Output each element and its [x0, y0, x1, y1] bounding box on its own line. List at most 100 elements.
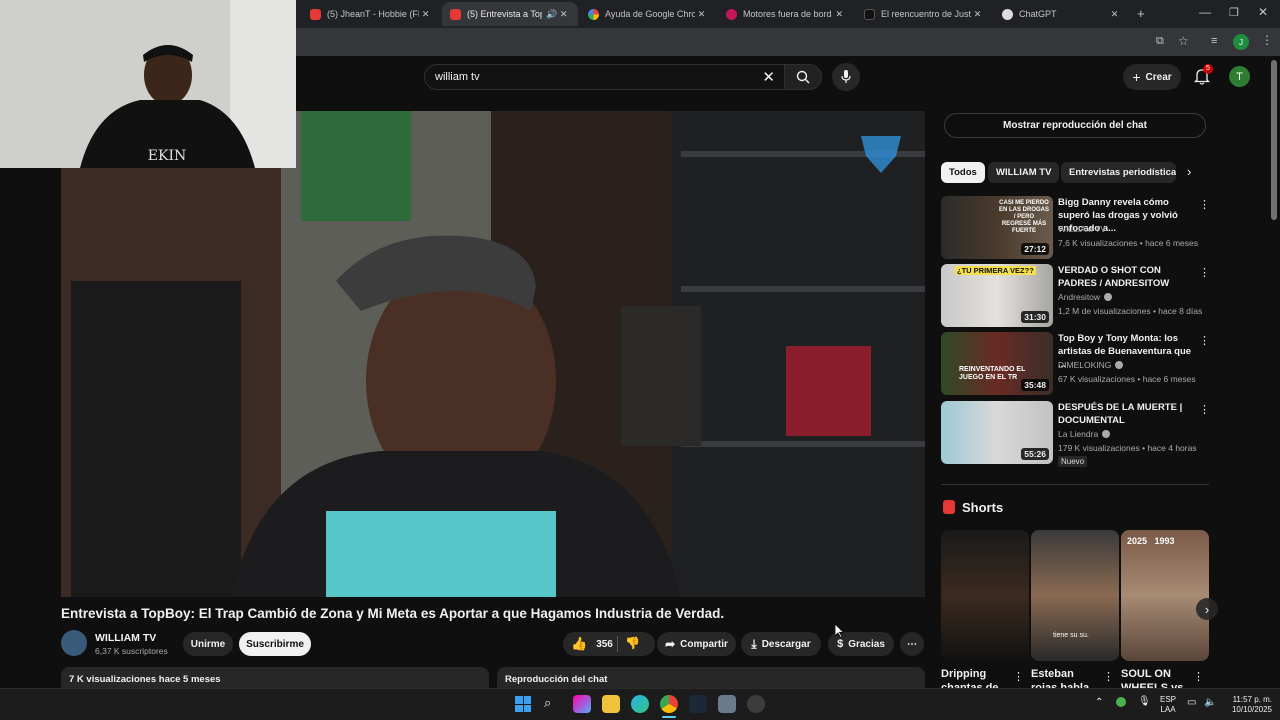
page-scrollbar[interactable] [1271, 60, 1277, 220]
volume-icon[interactable]: 🔈 [1204, 697, 1216, 708]
channel-label[interactable]: La Liendra [1058, 429, 1098, 439]
short-thumbnail[interactable]: 2025 1993 [1121, 530, 1209, 661]
chip-william-tv[interactable]: WILLIAM TV [988, 162, 1060, 183]
tab-chatgpt[interactable]: ChatGPT ✕ [994, 2, 1130, 26]
search-icon[interactable]: ⌕ [544, 695, 551, 711]
download-label: Descargar [761, 638, 811, 650]
channel-label[interactable]: DIMELOKING [1058, 360, 1111, 370]
tab-jheant[interactable]: (5) JheanT - Hobbie (FREE ✕ [302, 2, 440, 26]
channel-label[interactable]: WILLIAM TV [1058, 224, 1106, 234]
search-value: william tv [435, 71, 480, 83]
tab-motores[interactable]: Motores fuera de borda - ✕ [718, 2, 854, 26]
subscribe-button[interactable]: Suscribirme [239, 632, 311, 656]
short-overlay-text: 2025 1993 [1127, 536, 1175, 546]
clear-search-icon[interactable]: ✕ [762, 68, 775, 86]
more-actions-button[interactable]: ⋯ [900, 632, 924, 656]
video-title[interactable]: VERDAD O SHOT CON PADRES / ANDRESITOW [1058, 264, 1198, 290]
tab-ayuda-chrome[interactable]: Ayuda de Google Chrome ✕ [580, 2, 716, 26]
voice-search-button[interactable] [832, 63, 860, 91]
app-icon[interactable] [747, 695, 765, 713]
tab-label: Ayuda de Google Chrome [605, 9, 695, 19]
video-thumbnail[interactable]: 55:26 [941, 401, 1053, 464]
chrome-menu-icon[interactable]: ⋮ [1261, 33, 1273, 47]
chip-entrevistas[interactable]: Entrevistas periodísticas [1061, 162, 1176, 183]
create-button[interactable]: + Crear [1123, 64, 1181, 90]
more-options-icon[interactable]: ⋮ [1103, 670, 1114, 683]
close-icon[interactable]: ✕ [557, 9, 570, 20]
more-options-icon[interactable]: ⋮ [1199, 334, 1210, 347]
notifications-button[interactable]: 5 [1193, 64, 1213, 90]
lang-secondary: LAA [1160, 705, 1176, 714]
channel-label[interactable]: Andresitow [1058, 292, 1100, 302]
media-control-icon[interactable]: ≡ [1211, 35, 1217, 47]
profile-avatar[interactable]: J [1233, 34, 1249, 50]
thumbs-down-icon[interactable]: 👎 [625, 636, 640, 650]
short-thumbnail[interactable] [941, 530, 1029, 661]
file-explorer-icon[interactable] [602, 695, 620, 713]
tiktok-icon [864, 8, 875, 20]
chevron-right-icon[interactable]: › [1187, 164, 1191, 179]
recommended-video[interactable]: 55:26 DESPUÉS DE LA MUERTE | DOCUMENTAL … [941, 401, 1211, 471]
tab-tiktok[interactable]: El reencuentro de Justin y ✕ [856, 2, 992, 26]
new-tab-icon[interactable]: + [1137, 6, 1145, 21]
steam-icon[interactable] [689, 695, 707, 713]
more-options-icon[interactable]: ⋮ [1193, 670, 1204, 683]
chrome-icon[interactable] [660, 695, 678, 713]
verified-icon [1102, 430, 1111, 438]
close-window-icon[interactable]: ✕ [1258, 5, 1268, 19]
video-thumbnail[interactable]: ¿TU PRIMERA VEZ?? 31:30 [941, 264, 1053, 327]
more-icon: ⋯ [907, 638, 917, 650]
thumbs-up-icon[interactable]: 👍 [571, 636, 587, 652]
close-icon[interactable]: ✕ [832, 9, 846, 20]
account-avatar[interactable]: T [1229, 66, 1250, 87]
description-box[interactable]: 7 K visualizaciones hace 5 meses [61, 667, 489, 688]
close-icon[interactable]: ✕ [419, 9, 432, 20]
video-player[interactable] [61, 111, 925, 597]
install-app-icon[interactable]: ⧉ [1156, 35, 1164, 48]
speaker-icon[interactable]: 🔊 [546, 9, 557, 20]
network-icon[interactable]: ▭ [1187, 697, 1196, 708]
close-icon[interactable]: ✕ [971, 9, 984, 20]
recommended-video[interactable]: ¿TU PRIMERA VEZ?? 31:30 VERDAD O SHOT CO… [941, 264, 1211, 328]
more-options-icon[interactable]: ⋮ [1199, 198, 1210, 211]
shorts-next-button[interactable]: › [1196, 598, 1218, 620]
chip-todos[interactable]: Todos [941, 162, 985, 183]
more-options-icon[interactable]: ⋮ [1199, 403, 1210, 416]
video-title[interactable]: DESPUÉS DE LA MUERTE | DOCUMENTAL [1058, 401, 1198, 427]
short-thumbnail[interactable]: tiene su su. [1031, 530, 1119, 661]
search-button[interactable] [784, 64, 822, 90]
share-button[interactable]: ➦ Compartir [657, 632, 736, 656]
more-options-icon[interactable]: ⋮ [1013, 670, 1024, 683]
microphone-icon[interactable]: 🎙 [1138, 696, 1151, 707]
clock[interactable]: 11:57 p. m. 10/10/2025 [1220, 695, 1272, 715]
chat-replay-panel[interactable]: Reproducción del chat [497, 667, 925, 688]
video-thumbnail[interactable]: CASI ME PIERDO EN LAS DROGAS / PERO REGR… [941, 196, 1053, 259]
chatgpt-icon [1002, 8, 1013, 20]
channel-name[interactable]: WILLIAM TV [95, 632, 156, 644]
tab-entrevista[interactable]: (5) Entrevista a TopBo 🔊 ✕ [442, 2, 578, 26]
minimize-icon[interactable]: — [1199, 5, 1211, 19]
channel-avatar[interactable] [61, 630, 87, 656]
close-icon[interactable]: ✕ [695, 9, 708, 20]
download-button[interactable]: ⤓ Descargar [741, 632, 821, 656]
edge-icon[interactable] [631, 695, 649, 713]
search-input[interactable]: william tv ✕ [424, 64, 786, 90]
video-thumbnail[interactable]: REINVENTANDO EL JUEGO EN EL TR 35:48 [941, 332, 1053, 395]
tab-label: (5) JheanT - Hobbie (FREE [327, 9, 419, 19]
show-chat-replay-button[interactable]: Mostrar reproducción del chat [944, 113, 1206, 138]
tray-app-icon[interactable] [1116, 697, 1126, 707]
bookmark-star-icon[interactable]: ☆ [1178, 34, 1189, 48]
restore-icon[interactable]: ❐ [1229, 6, 1239, 19]
like-dislike-group: 👍 356 👎 [563, 632, 655, 656]
settings-icon[interactable] [718, 695, 736, 713]
recommended-video[interactable]: CASI ME PIERDO EN LAS DROGAS / PERO REGR… [941, 196, 1211, 260]
start-icon[interactable] [515, 696, 531, 712]
recommended-video[interactable]: REINVENTANDO EL JUEGO EN EL TR 35:48 Top… [941, 332, 1211, 396]
more-options-icon[interactable]: ⋮ [1199, 266, 1210, 279]
like-count[interactable]: 356 [596, 639, 613, 650]
join-button[interactable]: Unirme [183, 632, 233, 656]
copilot-icon[interactable] [573, 695, 591, 713]
close-icon[interactable]: ✕ [1107, 9, 1122, 20]
tray-chevron-icon[interactable]: ⌃ [1095, 697, 1103, 708]
language-indicator[interactable]: ESP LAA [1156, 695, 1180, 715]
